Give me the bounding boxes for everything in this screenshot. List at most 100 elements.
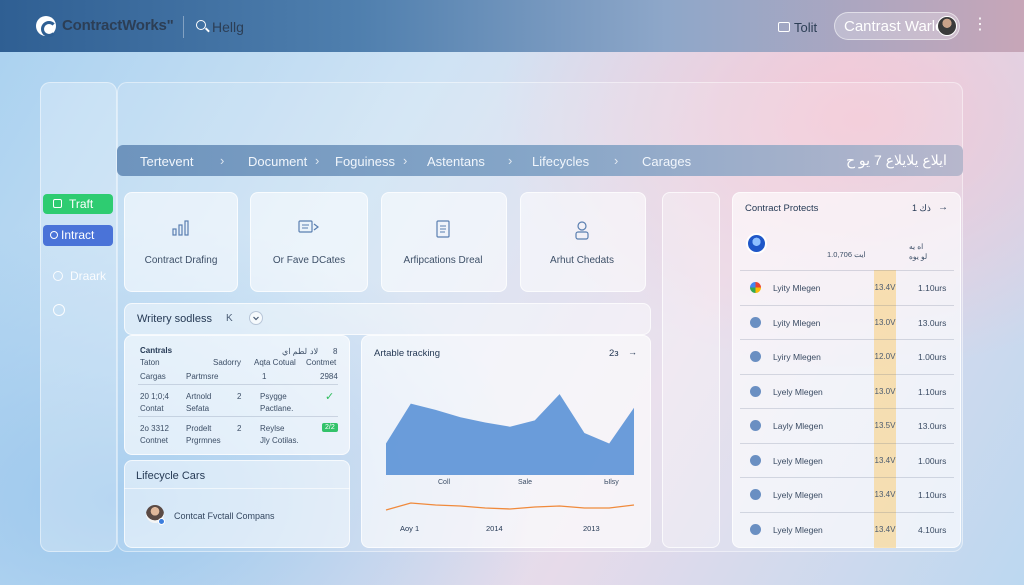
contracts-cell: Prgrmnes	[186, 436, 221, 445]
crumb-document[interactable]: Document	[248, 154, 307, 169]
arrow-right-icon[interactable]: →	[938, 202, 948, 213]
project-status-icon	[750, 351, 761, 362]
feature-card-applications[interactable]	[381, 192, 507, 292]
crumb-carages[interactable]: Carages	[642, 154, 691, 169]
project-time: 1.10urs	[918, 490, 947, 500]
contracts-cell: Reylse	[260, 424, 285, 433]
feature-card-contract-drafting[interactable]	[124, 192, 238, 292]
row-divider	[740, 304, 954, 306]
project-time: 13.0urs	[918, 421, 947, 431]
row-divider	[740, 477, 954, 478]
tracking-chart	[385, 394, 635, 511]
row-divider	[740, 373, 954, 375]
project-name[interactable]: Lyity Mlegen	[773, 318, 820, 328]
x-tick-label: 2013	[583, 524, 600, 533]
project-name[interactable]: Lyiry Mlegen	[773, 352, 821, 362]
row-divider	[740, 442, 954, 444]
search-input[interactable]: Hellg	[212, 19, 244, 35]
crumb-foguiness[interactable]: Foguiness	[335, 154, 395, 169]
lifecycle-divider	[124, 488, 350, 489]
projects-header-col: لو يوه	[909, 252, 928, 261]
chevron-down-icon[interactable]	[249, 311, 263, 325]
lifecycle-title: Lifecycle Cars	[136, 470, 206, 482]
crumb-lifecycles[interactable]: Lifecycles	[532, 154, 589, 169]
sidebar-item-draark[interactable]: Draark	[70, 269, 106, 283]
row-divider	[740, 270, 954, 271]
avatar[interactable]	[937, 16, 957, 36]
project-value: 13.5V	[874, 421, 896, 430]
contracts-cell: Cargas	[140, 372, 166, 381]
arrow-right-icon[interactable]: →	[628, 347, 637, 357]
project-name[interactable]: Lyely Mlegen	[773, 490, 823, 500]
intract-icon	[50, 231, 58, 239]
row-divider	[740, 408, 954, 409]
app-name[interactable]: ContractWorks"	[62, 17, 174, 34]
contractworks-logo-icon[interactable]	[36, 16, 57, 37]
project-value: 13.4V	[874, 524, 896, 534]
document-icon	[385, 220, 501, 242]
contracts-cell: Contmet	[306, 358, 337, 367]
tools-icon[interactable]	[778, 22, 790, 32]
feature-card-title: Arhut Chedats	[550, 255, 614, 266]
feature-card-fave-dates[interactable]	[250, 192, 368, 292]
project-name[interactable]: Lyity Mlegen	[773, 283, 820, 293]
intract-button[interactable]: Intract	[43, 225, 113, 246]
status-badge: 2/2	[322, 423, 338, 432]
bar-chart-icon	[123, 220, 239, 240]
project-name[interactable]: Lyely Mlegen	[773, 387, 823, 397]
contracts-title: Cantrals	[140, 346, 173, 355]
contracts-cell: Jly Cotilas.	[260, 436, 299, 445]
project-name[interactable]: Lyely Mlegen	[773, 525, 823, 535]
contracts-cell: 20 1;0;4	[140, 392, 169, 401]
user-badge-icon	[524, 220, 640, 244]
legend-ulsy: Ыlsy	[604, 479, 619, 486]
x-tick-label: Aoy 1	[400, 524, 420, 533]
crumb-separator: ›	[220, 153, 225, 168]
traft-label: Traft	[69, 197, 94, 211]
crumb-tertevent[interactable]: Tertevent	[140, 154, 193, 169]
project-status-icon	[750, 385, 761, 397]
project-value: 13.4V	[874, 283, 896, 292]
tracking-title: Artable tracking	[374, 348, 441, 359]
workflow-chip[interactable]: K	[226, 313, 233, 324]
search-icon[interactable]	[196, 20, 206, 30]
project-status-icon	[750, 489, 761, 500]
contracts-cell: Taton	[140, 358, 160, 367]
project-status-icon	[750, 454, 761, 466]
highlight-column	[874, 270, 896, 548]
tools-button[interactable]: Tolit	[794, 20, 817, 35]
contracts-cell: Sadorry	[213, 358, 242, 367]
projects-page[interactable]: 1 ذك	[912, 203, 931, 214]
lifecycle-item[interactable]: Contcat Fvctall Compans	[174, 511, 275, 521]
crumb-astentans[interactable]: Astentans	[427, 154, 485, 169]
globe-icon[interactable]	[53, 304, 65, 316]
project-name[interactable]: Lyely Mlegen	[773, 456, 823, 466]
spacer-column	[662, 192, 720, 548]
contracts-cell: Partmsre	[186, 372, 219, 381]
project-time: 1.00urs	[918, 352, 947, 362]
project-value: 12.0V	[874, 352, 896, 361]
contracts-cell: Contnet	[140, 436, 169, 445]
contracts-cell: 2o 3312	[140, 424, 169, 433]
contracts-cell: Contat	[140, 404, 164, 413]
project-logo-icon	[746, 233, 767, 254]
project-status-icon	[750, 316, 761, 328]
check-icon: ✓	[325, 391, 335, 403]
project-time: 13.0urs	[918, 317, 947, 328]
legend-sale: Sale	[518, 479, 533, 486]
tracking-count: 2з	[609, 348, 619, 359]
more-icon[interactable]: ⋮	[972, 14, 988, 34]
traft-button[interactable]: Traft	[43, 194, 113, 214]
sidebar	[40, 82, 117, 552]
crumb-separator: ›	[403, 153, 408, 168]
contracts-cell: Psygge	[260, 392, 287, 401]
contracts-cell: Sefata	[186, 404, 210, 413]
project-name[interactable]: Layly Mlegen	[773, 421, 823, 431]
project-value: 13.0V	[874, 317, 896, 327]
status-dot-icon	[158, 518, 165, 525]
project-value: 13.0V	[874, 386, 896, 396]
user-name[interactable]: Cantrast Warld	[844, 18, 943, 35]
workflow-title: Writery sodless	[137, 313, 212, 325]
feature-card-title: Contract Drafing	[144, 255, 218, 266]
dashboard-icon[interactable]	[53, 271, 63, 281]
